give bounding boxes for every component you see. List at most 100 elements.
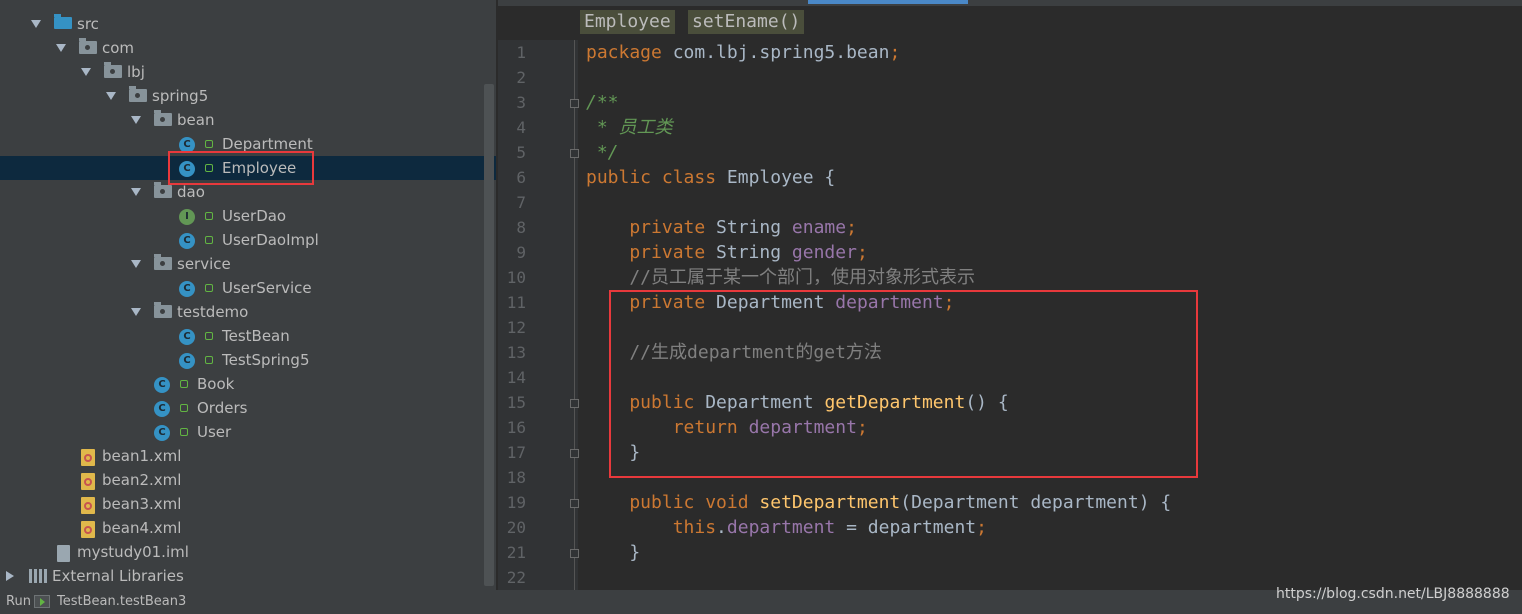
tree-item-book[interactable]: C Book	[0, 372, 496, 396]
tree-item-bean4-xml[interactable]: bean4.xml	[0, 516, 496, 540]
tree-item-userdao[interactable]: I UserDao	[0, 204, 496, 228]
tree-item-label: com	[102, 39, 135, 57]
fold-marker-icon[interactable]	[570, 99, 579, 108]
code-line[interactable]: }	[586, 540, 640, 565]
code-line[interactable]: /**	[586, 90, 619, 115]
package-icon	[154, 182, 172, 198]
expand-arrow-icon[interactable]	[131, 308, 141, 316]
code-token: }	[586, 542, 641, 563]
tree-item-bean2-xml[interactable]: bean2.xml	[0, 468, 496, 492]
expand-arrow-icon[interactable]	[56, 44, 66, 52]
code-token: (Department department) {	[900, 492, 1172, 513]
fold-marker-icon[interactable]	[570, 449, 579, 458]
tree-item-orders[interactable]: C Orders	[0, 396, 496, 420]
tree-item-userservice[interactable]: C UserService	[0, 276, 496, 300]
active-tab-indicator	[808, 0, 968, 4]
tree-scrollbar[interactable]	[484, 84, 494, 586]
breadcrumb-method[interactable]: setEname()	[688, 10, 805, 34]
code-token: gender	[791, 242, 857, 263]
department-code-highlight-box	[609, 290, 1198, 478]
tree-item-label: UserDao	[222, 207, 287, 225]
expand-arrow-icon[interactable]	[131, 260, 141, 268]
tree-item-bean1-xml[interactable]: bean1.xml	[0, 444, 496, 468]
fold-marker-icon[interactable]	[570, 549, 579, 558]
line-number: 21	[506, 543, 526, 562]
tree-item-external-libraries[interactable]: External Libraries	[0, 564, 496, 588]
code-editor[interactable]: Employee setEname() 1 package com.lbj.spr…	[498, 0, 1522, 590]
expand-arrow-icon[interactable]	[31, 20, 41, 28]
tree-item-label: bean2.xml	[102, 471, 182, 489]
run-config-name[interactable]: TestBean.testBean3	[57, 594, 186, 609]
line-number: 8	[516, 218, 526, 237]
expand-arrow-icon[interactable]	[81, 68, 91, 76]
tree-item-src[interactable]: src	[0, 12, 496, 36]
tree-item-label: Orders	[197, 399, 248, 417]
line-number: 19	[506, 493, 526, 512]
tree-item-testbean[interactable]: C TestBean	[0, 324, 496, 348]
tree-item-user[interactable]: C User	[0, 420, 496, 444]
package-icon	[129, 86, 147, 102]
tree-item-testdemo[interactable]: testdemo	[0, 300, 496, 324]
line-number: 13	[506, 343, 526, 362]
tree-item-label: bean3.xml	[102, 495, 182, 513]
class-icon: C	[154, 377, 170, 393]
code-token: setDepartment	[759, 492, 901, 513]
tree-item-mystudy01-iml[interactable]: mystudy01.iml	[0, 540, 496, 564]
line-number: 7	[516, 193, 526, 212]
employee-highlight-box	[168, 151, 314, 185]
tree-item-testspring5[interactable]: C TestSpring5	[0, 348, 496, 372]
tree-item-spring5[interactable]: spring5	[0, 84, 496, 108]
fold-marker-icon[interactable]	[570, 499, 579, 508]
code-line[interactable]: public void setDepartment(Department dep…	[586, 490, 1171, 515]
code-line[interactable]: * 员工类	[586, 115, 673, 140]
code-line[interactable]: private String ename;	[586, 215, 857, 240]
code-token: private	[586, 217, 717, 238]
code-line[interactable]: package com.lbj.spring5.bean;	[586, 40, 900, 65]
code-line[interactable]: this.department = department;	[586, 515, 987, 540]
xml-file-icon	[81, 497, 95, 514]
fold-marker-icon[interactable]	[570, 149, 579, 158]
tree-item-label: Book	[197, 375, 235, 393]
code-token: * 员工类	[586, 117, 673, 138]
tree-item-label: mystudy01.iml	[77, 543, 189, 561]
project-tree-panel: src com lbj spring5 bean C Department C …	[0, 0, 496, 590]
code-token: private	[586, 242, 717, 263]
tree-item-lbj[interactable]: lbj	[0, 60, 496, 84]
tree-item-label: dao	[177, 183, 205, 201]
expand-arrow-icon[interactable]	[131, 116, 141, 124]
lock-icon	[180, 380, 188, 388]
tree-item-bean3-xml[interactable]: bean3.xml	[0, 492, 496, 516]
line-number: 16	[506, 418, 526, 437]
line-number: 17	[506, 443, 526, 462]
code-line[interactable]: */	[586, 140, 619, 165]
expand-arrow-icon[interactable]	[6, 571, 14, 581]
expand-arrow-icon[interactable]	[106, 92, 116, 100]
interface-icon: I	[179, 209, 195, 225]
run-label[interactable]: Run	[6, 594, 31, 609]
tree-item-userdaoimpl[interactable]: C UserDaoImpl	[0, 228, 496, 252]
code-token: /**	[586, 92, 619, 113]
code-line[interactable]: //员工属于某一个部门，使用对象形式表示	[586, 265, 975, 290]
tree-item-com[interactable]: com	[0, 36, 496, 60]
editor-tabs-strip[interactable]	[498, 0, 1522, 6]
code-token: String	[716, 242, 792, 263]
tree-item-label: TestSpring5	[222, 351, 310, 369]
source-folder-icon	[54, 14, 72, 29]
tree-item-service[interactable]: service	[0, 252, 496, 276]
watermark-text: https://blog.csdn.net/LBJ8888888	[1276, 586, 1510, 602]
breadcrumb-class[interactable]: Employee	[580, 10, 675, 34]
tree-item-bean[interactable]: bean	[0, 108, 496, 132]
line-number: 5	[516, 143, 526, 162]
class-icon: C	[179, 329, 195, 345]
code-line[interactable]: private String gender;	[586, 240, 868, 265]
line-number: 10	[506, 268, 526, 287]
xml-file-icon	[81, 521, 95, 538]
tree-item-label: UserService	[222, 279, 312, 297]
code-token: ;	[976, 517, 987, 538]
code-token: .	[716, 517, 727, 538]
code-token: ;	[856, 242, 868, 263]
code-token: public void	[586, 492, 760, 513]
expand-arrow-icon[interactable]	[131, 188, 141, 196]
code-line[interactable]: public class Employee {	[586, 165, 835, 190]
fold-marker-icon[interactable]	[570, 399, 579, 408]
